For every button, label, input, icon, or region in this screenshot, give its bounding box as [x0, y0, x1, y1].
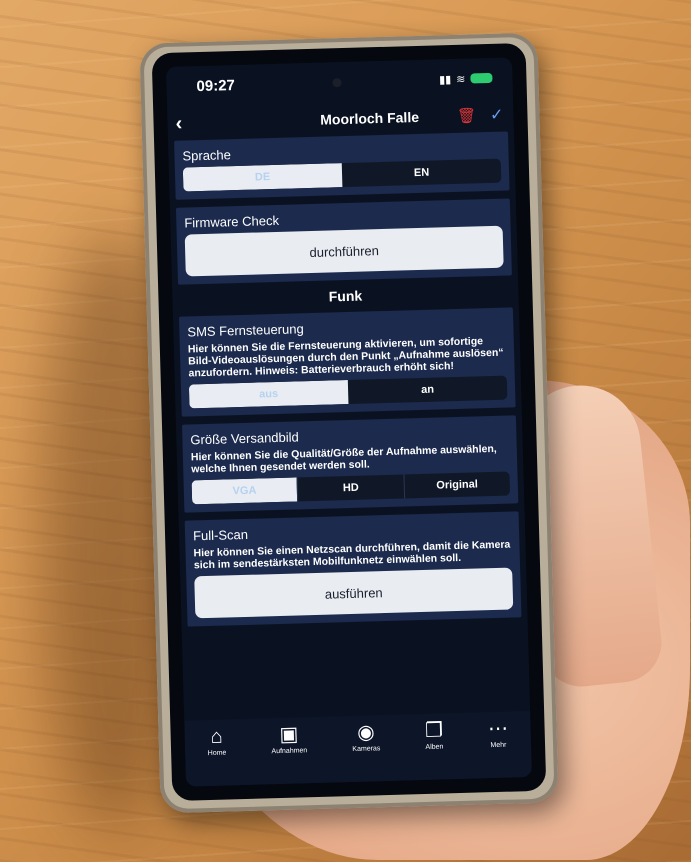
tab-alben[interactable]: ❐ Alben [425, 720, 444, 751]
tab-bar: ⌂ Home ▣ Aufnahmen ◉ Kameras ❐ Alben ⋯ M… [184, 711, 532, 787]
trash-icon[interactable]: 🗑 [457, 106, 477, 125]
phone-bezel: 09:27 ▮▮ ≋ ‹ Moorloch Falle 🗑 ✓ Sprache [151, 42, 547, 802]
sms-option-on[interactable]: an [348, 376, 508, 404]
camera-icon: ◉ [356, 721, 375, 744]
phone-screen: 09:27 ▮▮ ≋ ‹ Moorloch Falle 🗑 ✓ Sprache [165, 57, 532, 787]
fullscan-description: Hier können Sie einen Netzscan durchführ… [193, 538, 511, 572]
tab-alben-label: Alben [425, 743, 444, 751]
language-selector: DE EN [182, 158, 502, 192]
sms-toggle: aus an [188, 375, 508, 409]
language-card: Sprache DE EN [174, 131, 510, 200]
battery-icon [470, 72, 493, 84]
language-option-en[interactable]: EN [342, 159, 502, 187]
front-camera [332, 77, 342, 87]
language-option-de[interactable]: DE [182, 163, 343, 192]
tab-mehr-label: Mehr [490, 741, 507, 750]
size-option-vga[interactable]: VGA [191, 477, 298, 505]
image-size-description: Hier können Sie die Qualität/Größe der A… [190, 442, 497, 476]
sms-description: Hier können Sie die Fernsteuerung aktivi… [187, 335, 504, 380]
image-size-card: Größe Versandbild Hier können Sie die Qu… [181, 415, 519, 513]
fullscan-card: Full-Scan Hier können Sie einen Netzscan… [184, 511, 522, 627]
home-icon: ⌂ [210, 725, 223, 748]
firmware-card: Firmware Check durchführen [175, 198, 512, 285]
image-icon: ▣ [279, 723, 299, 747]
image-size-selector: VGA HD Original [191, 471, 511, 505]
firmware-check-button[interactable]: durchführen [184, 225, 504, 277]
checkmark-icon[interactable]: ✓ [490, 105, 504, 125]
fullscan-button[interactable]: ausführen [194, 567, 514, 619]
tab-aufnahmen-label: Aufnahmen [271, 747, 308, 756]
back-icon[interactable]: ‹ [175, 112, 182, 135]
tab-home-label: Home [207, 749, 227, 758]
tab-kameras-label: Kameras [352, 745, 381, 754]
sms-option-off[interactable]: aus [188, 380, 349, 409]
size-option-hd[interactable]: HD [296, 474, 405, 502]
page-title: Moorloch Falle [319, 108, 420, 128]
tab-kameras[interactable]: ◉ Kameras [352, 721, 381, 754]
section-heading: Funk [328, 287, 363, 305]
signal-icon: ▮▮ [438, 73, 452, 86]
tab-home[interactable]: ⌂ Home [207, 725, 227, 758]
sms-card: SMS Fernsteuerung Hier können Sie die Fe… [178, 307, 516, 417]
status-icons: ▮▮ ≋ [438, 71, 493, 86]
status-time: 09:27 [196, 76, 236, 95]
phone: 09:27 ▮▮ ≋ ‹ Moorloch Falle 🗑 ✓ Sprache [139, 32, 559, 814]
size-option-original[interactable]: Original [404, 472, 510, 499]
tab-aufnahmen[interactable]: ▣ Aufnahmen [271, 723, 308, 756]
more-icon: ⋯ [487, 717, 509, 741]
albums-icon: ❐ [424, 719, 444, 742]
wifi-icon: ≋ [456, 73, 466, 86]
tab-mehr[interactable]: ⋯ Mehr [488, 718, 509, 750]
